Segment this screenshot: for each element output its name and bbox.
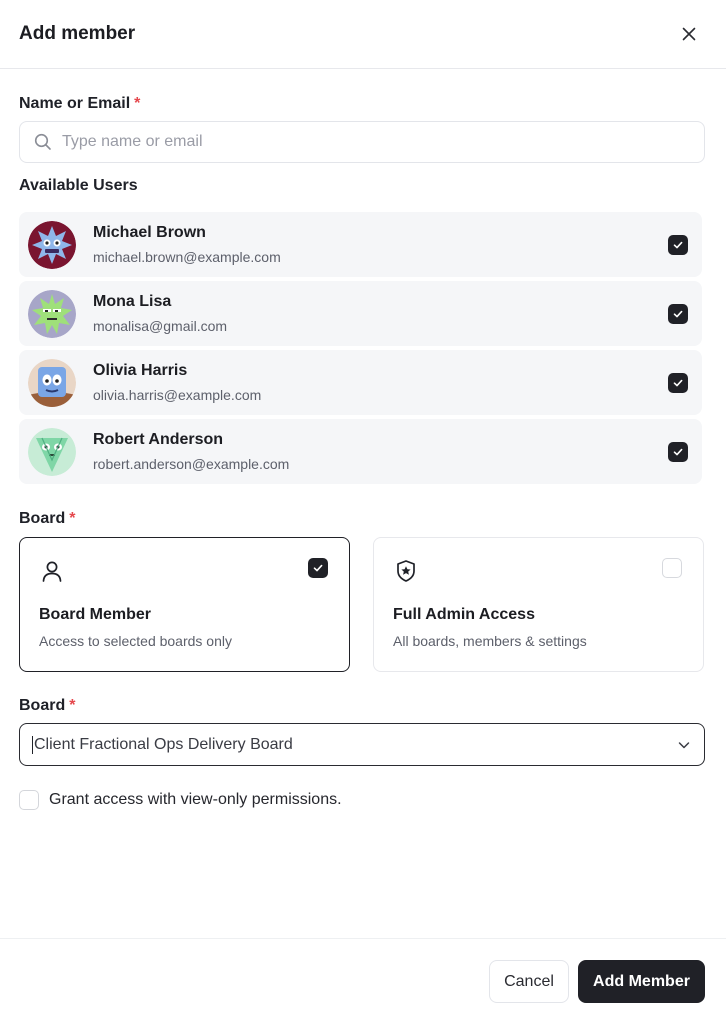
- shield-star-icon: [397, 560, 415, 582]
- close-button[interactable]: [676, 21, 702, 47]
- user-row-olivia-harris[interactable]: Olivia Harris olivia.harris@example.com: [19, 350, 702, 415]
- role-title: Board Member: [39, 606, 152, 623]
- user-email: olivia.harris@example.com: [93, 387, 262, 403]
- search-field-label: Name or Email *: [19, 95, 705, 113]
- user-checkbox[interactable]: [668, 372, 688, 393]
- chevron-down-icon: [678, 741, 690, 748]
- role-checkbox[interactable]: [308, 558, 328, 578]
- user-name: Mona Lisa: [93, 293, 172, 310]
- user-name: Robert Anderson: [93, 431, 224, 448]
- dialog-footer: Cancel Add Member: [0, 938, 726, 1024]
- search-input[interactable]: [62, 133, 690, 151]
- required-mark: *: [69, 510, 76, 527]
- board-select-value: Client Fractional Ops Delivery Board: [32, 735, 293, 754]
- dialog-header: Add member: [0, 0, 726, 69]
- dialog-title: Add member: [19, 23, 136, 44]
- role-field-label: Board *: [19, 510, 705, 528]
- add-member-button[interactable]: Add Member: [578, 960, 705, 1003]
- view-only-label: Grant access with view-only permissions.: [49, 791, 342, 808]
- available-users-label: Available Users: [19, 177, 138, 194]
- user-email: robert.anderson@example.com: [93, 456, 290, 472]
- required-mark: *: [134, 95, 141, 112]
- user-checkbox[interactable]: [668, 441, 688, 462]
- user-row-michael-brown[interactable]: Michael Brown michael.brown@example.com: [19, 212, 702, 277]
- view-only-checkbox[interactable]: [19, 790, 39, 810]
- add-member-dialog: Add member Name or Email * Available Use…: [0, 0, 726, 1024]
- search-label-text: Name or Email: [19, 95, 131, 112]
- required-mark: *: [69, 697, 76, 714]
- role-options: Board Member Access to selected boards o…: [19, 537, 705, 672]
- view-only-option[interactable]: Grant access with view-only permissions.: [19, 790, 705, 810]
- dialog-body: Name or Email * Available Users: [0, 95, 726, 810]
- board-select[interactable]: Client Fractional Ops Delivery Board: [19, 723, 705, 766]
- monster-avatar-mint-icon: [28, 427, 76, 476]
- check-icon: [313, 564, 323, 572]
- monster-avatar-red-icon: [28, 220, 76, 269]
- role-checkbox[interactable]: [662, 558, 682, 578]
- user-checkbox[interactable]: [668, 234, 688, 255]
- user-name: Olivia Harris: [93, 362, 188, 379]
- check-icon: [673, 379, 683, 386]
- check-icon: [673, 310, 683, 317]
- monster-avatar-green-icon: [28, 289, 76, 338]
- board-field-label: Board *: [19, 697, 705, 715]
- user-icon: [42, 561, 62, 582]
- user-row-robert-anderson[interactable]: Robert Anderson robert.anderson@example.…: [19, 419, 702, 484]
- role-description: All boards, members & settings: [393, 633, 587, 649]
- check-icon: [673, 448, 683, 455]
- role-card-board-member[interactable]: Board Member Access to selected boards o…: [19, 537, 350, 672]
- role-card-full-admin[interactable]: Full Admin Access All boards, members & …: [373, 537, 704, 672]
- search-box[interactable]: [19, 121, 705, 163]
- role-title: Full Admin Access: [393, 606, 535, 623]
- role-label-text: Board: [19, 510, 66, 527]
- user-checkbox[interactable]: [668, 303, 688, 324]
- user-email: monalisa@gmail.com: [93, 318, 228, 334]
- cancel-button[interactable]: Cancel: [489, 960, 569, 1003]
- user-row-mona-lisa[interactable]: Mona Lisa monalisa@gmail.com: [19, 281, 702, 346]
- user-list: Michael Brown michael.brown@example.com: [19, 212, 702, 484]
- board-label-text: Board: [19, 697, 66, 714]
- close-icon: [682, 27, 696, 41]
- user-name: Michael Brown: [93, 224, 206, 241]
- monster-avatar-blue-icon: [28, 358, 76, 407]
- user-email: michael.brown@example.com: [93, 249, 281, 265]
- search-icon: [34, 133, 51, 150]
- role-description: Access to selected boards only: [39, 633, 232, 649]
- check-icon: [673, 241, 683, 248]
